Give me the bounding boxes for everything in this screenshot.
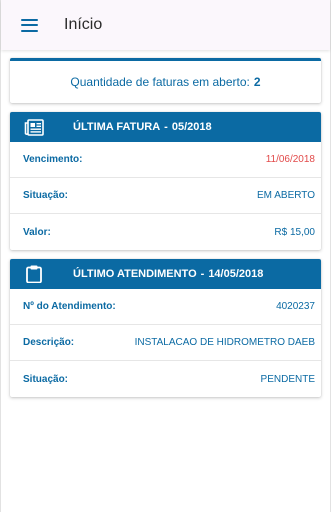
last-service-header: ÚLTIMO ATENDIMENTO - 14/05/2018: [10, 259, 321, 289]
invoice-status-label: Situação:: [23, 190, 69, 201]
last-service-title: ÚLTIMO ATENDIMENTO: [73, 268, 197, 280]
open-invoices-label: Quantidade de faturas em aberto:: [70, 75, 250, 89]
service-status-value: PENDENTE: [260, 373, 315, 385]
service-number-label: Nº do Atendimento:: [23, 301, 116, 312]
due-date-value: 11/06/2018: [265, 154, 315, 165]
last-service-date: 14/05/2018: [208, 268, 264, 280]
due-date-label: Vencimento:: [23, 154, 83, 165]
menu-icon[interactable]: [21, 18, 38, 32]
main-content: Quantidade de faturas em aberto: 2 ÚLTIM…: [1, 50, 330, 397]
newspaper-icon: [24, 118, 44, 136]
invoice-row-status: Situação: EM ABERTO: [10, 178, 321, 214]
invoice-status-value: EM ABERTO: [257, 190, 315, 201]
open-invoices-count: 2: [253, 75, 261, 89]
last-invoice-header: ÚLTIMA FATURA - 05/2018: [10, 112, 321, 142]
page-title: Início: [64, 16, 103, 33]
invoice-row-due-date: Vencimento: 11/06/2018: [10, 142, 321, 178]
service-number-value: 4020237: [276, 301, 315, 312]
service-description-value: INSTALACAO DE HIDROMETRO DAEB: [134, 337, 315, 348]
last-service-card[interactable]: ÚLTIMO ATENDIMENTO - 14/05/2018 Nº do At…: [10, 259, 321, 397]
open-invoices-summary: Quantidade de faturas em aberto: 2: [10, 58, 321, 103]
service-status-label: Situação:: [23, 373, 69, 385]
service-row-description: Descrição: INSTALACAO DE HIDROMETRO DAEB: [10, 325, 321, 361]
last-invoice-card[interactable]: ÚLTIMA FATURA - 05/2018 Vencimento: 11/0…: [10, 112, 321, 250]
last-invoice-title: ÚLTIMA FATURA: [73, 121, 161, 133]
amount-value: R$ 15,00: [274, 226, 315, 238]
service-row-number: Nº do Atendimento: 4020237: [10, 289, 321, 325]
service-row-status: Situação: PENDENTE: [10, 361, 321, 397]
amount-label: Valor:: [23, 226, 51, 238]
invoice-row-amount: Valor: R$ 15,00: [10, 214, 321, 250]
app-header: Início: [1, 0, 330, 50]
last-invoice-period: 05/2018: [171, 121, 212, 133]
clipboard-icon: [24, 265, 44, 283]
service-description-label: Descrição:: [23, 337, 75, 348]
